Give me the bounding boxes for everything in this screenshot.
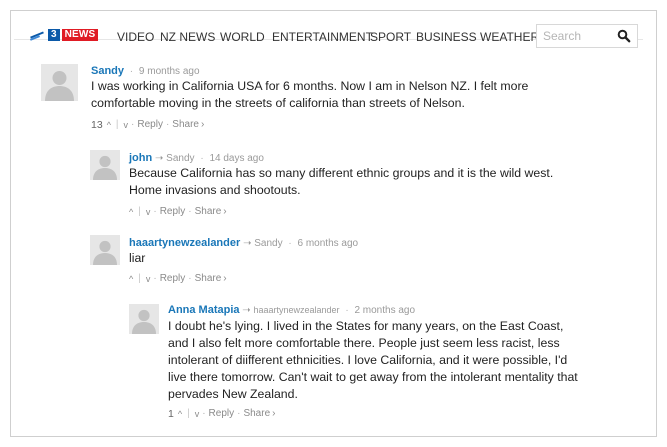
comment-meta: haaartynewzealander ➝ Sandy · 6 months a… [129,237,358,250]
comment-author[interactable]: john [129,152,152,164]
reply-button[interactable]: Reply [160,206,186,218]
downvote-icon[interactable]: v [146,273,151,285]
downvote-icon[interactable]: v [195,408,200,420]
share-chevron-icon: › [200,119,205,130]
upvote-icon[interactable]: ^ [129,206,133,218]
vote-count: 1 [168,408,174,420]
avatar-icon [41,64,78,101]
separator: | [138,273,141,284]
comment-actions: 13 ^ | v · Reply · Share › [91,119,204,131]
share-button[interactable]: Share [195,206,222,218]
separator: · [153,273,157,284]
comment-actions: 1 ^ | v · Reply · Share › [168,408,275,420]
nav-video[interactable]: VIDEO [117,30,154,44]
reply-button[interactable]: Reply [160,273,186,285]
separator: | [187,408,190,419]
reply-arrow-icon: ➝ [155,153,167,164]
upvote-icon[interactable]: ^ [129,273,133,285]
reply-to-author[interactable]: Sandy [166,153,194,164]
upvote-icon[interactable]: ^ [107,119,111,131]
separator: · [131,119,135,130]
site-logo[interactable]: 3 NEWS [28,28,99,42]
nav-business[interactable]: BUSINESS [416,30,477,44]
downvote-icon[interactable]: v [124,119,129,131]
comment-meta: Anna Matapia ➝ haaartynewzealander · 2 m… [168,304,415,317]
separator: · [188,273,192,284]
nav-entertainment[interactable]: ENTERTAINMENT [272,30,373,44]
nav-weather[interactable]: WEATHER [480,30,539,44]
comment-time[interactable]: 14 days ago [209,153,264,164]
share-chevron-icon: › [272,408,276,419]
share-chevron-icon: › [223,273,227,284]
share-button[interactable]: Share [172,119,199,131]
comment-line: and I also felt more comfortable there. … [168,336,560,350]
comment-time[interactable]: 9 months ago [139,66,200,77]
nav-nz-news[interactable]: NZ NEWS [160,30,215,44]
comment-author[interactable]: Anna Matapia [168,304,240,316]
logo-three: 3 [48,29,60,41]
search-icon[interactable] [617,29,631,43]
comment-line: I was working in California USA for 6 mo… [91,79,529,93]
avatar-icon [129,304,159,334]
comment-body: I was working in California USA for 6 mo… [91,78,561,112]
reply-to-author[interactable]: Sandy [254,238,282,249]
meta-separator: · [129,66,134,77]
separator: · [153,206,157,217]
share-chevron-icon: › [223,206,227,217]
separator: · [237,408,241,419]
comment-line: Home invasions and shootouts. [129,183,301,197]
comment-actions: ^ | v · Reply · Share › [129,273,227,285]
comment-meta: john ➝ Sandy · 14 days ago [129,152,264,165]
comment-line: pervades New Zealand. [168,387,298,401]
share-button[interactable]: Share [195,273,222,285]
comment-author[interactable]: haaartynewzealander [129,237,240,249]
comment-line: comfortable moving in the streets of cal… [91,96,465,110]
meta-separator: · [200,153,204,164]
meta-separator: · [345,305,349,316]
comment-body: liar [129,250,599,267]
meta-separator: · [288,238,292,249]
separator: · [188,206,192,217]
reply-arrow-icon: ➝ [242,305,254,316]
comment-author[interactable]: Sandy [91,65,124,77]
separator: · [165,119,170,130]
comment-body: Because California has so many different… [129,165,599,199]
reply-to-author[interactable]: haaartynewzealander [253,305,339,315]
separator: · [202,408,206,419]
avatar-icon [90,235,120,265]
comment-line: live there tomorrow. Can't wait to get a… [168,370,578,384]
comment-line: Because California has so many different… [129,166,554,180]
upvote-icon[interactable]: ^ [178,408,182,420]
search-box [536,24,638,48]
separator: | [115,119,119,130]
comment-body: I doubt he's lying. I lived in the State… [168,318,608,403]
logo-news: NEWS [61,29,99,41]
comment-meta: Sandy · 9 months ago [91,65,200,78]
comment-actions: ^ | v · Reply · Share › [129,206,227,218]
downvote-icon[interactable]: v [146,206,151,218]
comment-line: intolerant of diifferent ethnicities. I … [168,353,568,367]
reply-arrow-icon: ➝ [243,238,255,249]
nav-world[interactable]: WORLD [220,30,265,44]
comment-line: liar [129,251,146,265]
comment-line: I doubt he's lying. I lived in the State… [168,319,564,333]
reply-button[interactable]: Reply [209,408,235,420]
avatar-icon [90,150,120,180]
separator: | [138,206,141,217]
logo-mark-icon [28,29,46,41]
comment-time[interactable]: 6 months ago [298,238,359,249]
share-button[interactable]: Share [243,408,270,420]
comment-time[interactable]: 2 months ago [354,305,415,316]
reply-button[interactable]: Reply [137,119,163,131]
search-input[interactable] [537,25,617,47]
vote-count: 13 [91,119,103,131]
nav-sport[interactable]: SPORT [370,30,411,44]
